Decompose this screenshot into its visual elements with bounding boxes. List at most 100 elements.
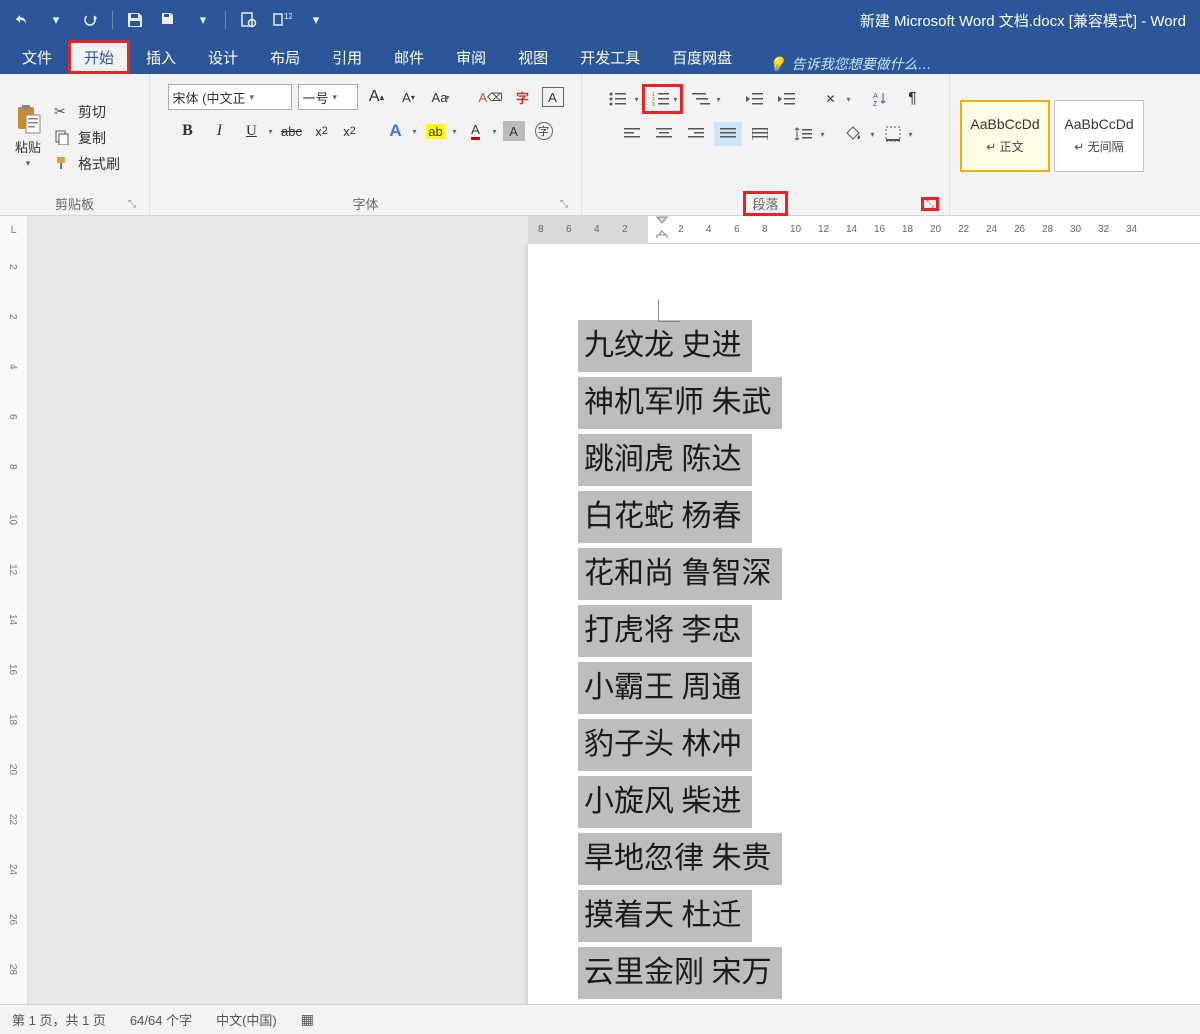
- clear-format-button[interactable]: A⌫: [478, 84, 504, 110]
- change-case-button[interactable]: Aa▾: [428, 84, 454, 110]
- bullets-button[interactable]: [604, 87, 632, 111]
- tab-baidu[interactable]: 百度网盘: [656, 40, 748, 74]
- font-size-combo[interactable]: 一号▾: [298, 84, 358, 110]
- cut-label: 剪切: [78, 102, 106, 122]
- italic-button[interactable]: I: [206, 118, 232, 144]
- tell-me-text: 告诉我您想要做什么…: [792, 54, 932, 74]
- line-spacing-button[interactable]: [790, 122, 818, 146]
- justify-button[interactable]: [714, 122, 742, 146]
- tab-layout[interactable]: 布局: [254, 40, 316, 74]
- macro-icon[interactable]: ▦: [301, 1011, 314, 1028]
- phonetic-guide-button[interactable]: 字: [510, 84, 536, 110]
- numbering-button[interactable]: 123: [647, 87, 675, 111]
- document-scroll[interactable]: 九纹龙 史进神机军师 朱武跳涧虎 陈达白花蛇 杨春花和尚 鲁智深打虎将 李忠小霸…: [28, 244, 1200, 1030]
- highlight-button[interactable]: ab: [423, 118, 449, 144]
- status-page[interactable]: 第 1 页，共 1 页: [12, 1010, 106, 1029]
- tab-design[interactable]: 设计: [192, 40, 254, 74]
- group-clipboard: 粘贴 ▾ ✂剪切 复制 格式刷 剪贴板⤡: [0, 74, 150, 215]
- enclose-char-button[interactable]: 字: [531, 118, 557, 144]
- font-name-combo[interactable]: 宋体 (中文正▾: [168, 84, 292, 110]
- font-launcher[interactable]: ⤡: [557, 197, 571, 211]
- shrink-font-button[interactable]: A▾: [396, 84, 422, 110]
- multilevel-list-button[interactable]: [687, 87, 715, 111]
- subscript-button[interactable]: x2: [310, 118, 332, 144]
- font-group-label: 字体: [352, 194, 378, 213]
- cut-icon: ✂: [54, 103, 72, 121]
- tab-selector[interactable]: L: [0, 216, 28, 244]
- format-painter-label: 格式刷: [78, 154, 120, 174]
- copy-icon: [54, 129, 72, 147]
- format-painter-button[interactable]: 格式刷: [54, 154, 120, 174]
- font-color-button[interactable]: A: [463, 118, 489, 144]
- increase-indent-button[interactable]: [773, 87, 801, 111]
- tab-review[interactable]: 审阅: [440, 40, 502, 74]
- status-language[interactable]: 中文(中国): [216, 1010, 277, 1029]
- svg-text:A: A: [873, 93, 878, 100]
- save-dropdown-button[interactable]: [155, 6, 183, 34]
- paragraph-group-label: 段落: [743, 191, 787, 216]
- decrease-indent-button[interactable]: [741, 87, 769, 111]
- distributed-button[interactable]: [746, 122, 774, 146]
- shading-button[interactable]: [840, 122, 868, 146]
- borders-button[interactable]: [879, 122, 907, 146]
- save-button[interactable]: [121, 6, 149, 34]
- status-words[interactable]: 64/64 个字: [130, 1010, 192, 1029]
- numbering-dropdown[interactable]: ▾: [673, 95, 677, 104]
- text-effects-button[interactable]: A: [382, 118, 408, 144]
- tell-me[interactable]: 💡 告诉我您想要做什么…: [768, 54, 931, 74]
- selected-text-block[interactable]: 九纹龙 史进神机军师 朱武跳涧虎 陈达白花蛇 杨春花和尚 鲁智深打虎将 李忠小霸…: [578, 320, 1200, 1004]
- underline-button[interactable]: U: [238, 118, 264, 144]
- title-bar: ▾ ▾ 123 ▾ 新建 Microsoft Word 文档.docx [兼容模…: [0, 0, 1200, 40]
- indent-marker[interactable]: [656, 216, 668, 238]
- special-button[interactable]: 123: [268, 6, 296, 34]
- tab-mailings[interactable]: 邮件: [378, 40, 440, 74]
- tab-view[interactable]: 视图: [502, 40, 564, 74]
- tab-insert[interactable]: 插入: [130, 40, 192, 74]
- char-shading-button[interactable]: A: [503, 121, 525, 141]
- tab-developer[interactable]: 开发工具: [564, 40, 656, 74]
- style-no-spacing[interactable]: AaBbCcDd ↵ 无间隔: [1054, 100, 1144, 172]
- paste-icon: [12, 103, 44, 135]
- grow-font-button[interactable]: A▴: [364, 84, 390, 110]
- bulb-icon: 💡: [768, 56, 785, 73]
- paste-button[interactable]: 粘贴 ▾: [6, 103, 50, 169]
- page: 九纹龙 史进神机军师 朱武跳涧虎 陈达白花蛇 杨春花和尚 鲁智深打虎将 李忠小霸…: [528, 244, 1200, 1030]
- cut-button[interactable]: ✂ 剪切: [54, 102, 120, 122]
- style-normal[interactable]: AaBbCcDd ↵ 正文: [960, 100, 1050, 172]
- tab-file[interactable]: 文件: [6, 40, 68, 74]
- group-styles: AaBbCcDd ↵ 正文 AaBbCcDd ↵ 无间隔: [950, 74, 1200, 215]
- copy-label: 复制: [78, 128, 106, 148]
- redo-button[interactable]: [76, 6, 104, 34]
- ribbon-tabs: 文件 开始 插入 设计 布局 引用 邮件 审阅 视图 开发工具 百度网盘 💡 告…: [0, 40, 1200, 74]
- align-center-button[interactable]: [650, 122, 678, 146]
- tab-references[interactable]: 引用: [316, 40, 378, 74]
- asian-layout-button[interactable]: ✕: [817, 87, 845, 111]
- quick-access-toolbar: ▾ ▾ 123 ▾: [8, 6, 330, 34]
- numbering-highlight: 123▾: [642, 84, 682, 114]
- undo-button[interactable]: [8, 6, 36, 34]
- document-area: 2246810121416182022242628 九纹龙 史进神机军师 朱武跳…: [0, 244, 1200, 1030]
- qat-customize[interactable]: ▾: [302, 6, 330, 34]
- copy-button[interactable]: 复制: [54, 128, 120, 148]
- char-border-button[interactable]: A: [542, 87, 564, 107]
- document-title: 新建 Microsoft Word 文档.docx [兼容模式] - Word: [330, 10, 1192, 31]
- style-name: ↵ 正文: [986, 138, 1023, 155]
- clipboard-launcher[interactable]: ⤡: [125, 197, 139, 211]
- paragraph-launcher[interactable]: ⤡: [921, 197, 939, 211]
- undo-dropdown[interactable]: ▾: [42, 6, 70, 34]
- qat-dropdown-1[interactable]: ▾: [189, 6, 217, 34]
- vertical-ruler[interactable]: 2246810121416182022242628: [0, 244, 28, 1030]
- superscript-button[interactable]: x2: [338, 118, 360, 144]
- style-preview: AaBbCcDd: [1064, 116, 1133, 132]
- cursor-indicator: [658, 300, 680, 322]
- align-left-button[interactable]: [618, 122, 646, 146]
- horizontal-ruler[interactable]: 8642246810121416182022242628303234: [528, 216, 1200, 244]
- svg-text:3: 3: [652, 102, 655, 106]
- print-preview-button[interactable]: [234, 6, 262, 34]
- sort-button[interactable]: AZ: [867, 87, 895, 111]
- align-right-button[interactable]: [682, 122, 710, 146]
- tab-home[interactable]: 开始: [68, 40, 130, 74]
- show-marks-button[interactable]: ¶: [899, 87, 927, 111]
- bold-button[interactable]: B: [174, 118, 200, 144]
- strikethrough-button[interactable]: abc: [278, 118, 304, 144]
